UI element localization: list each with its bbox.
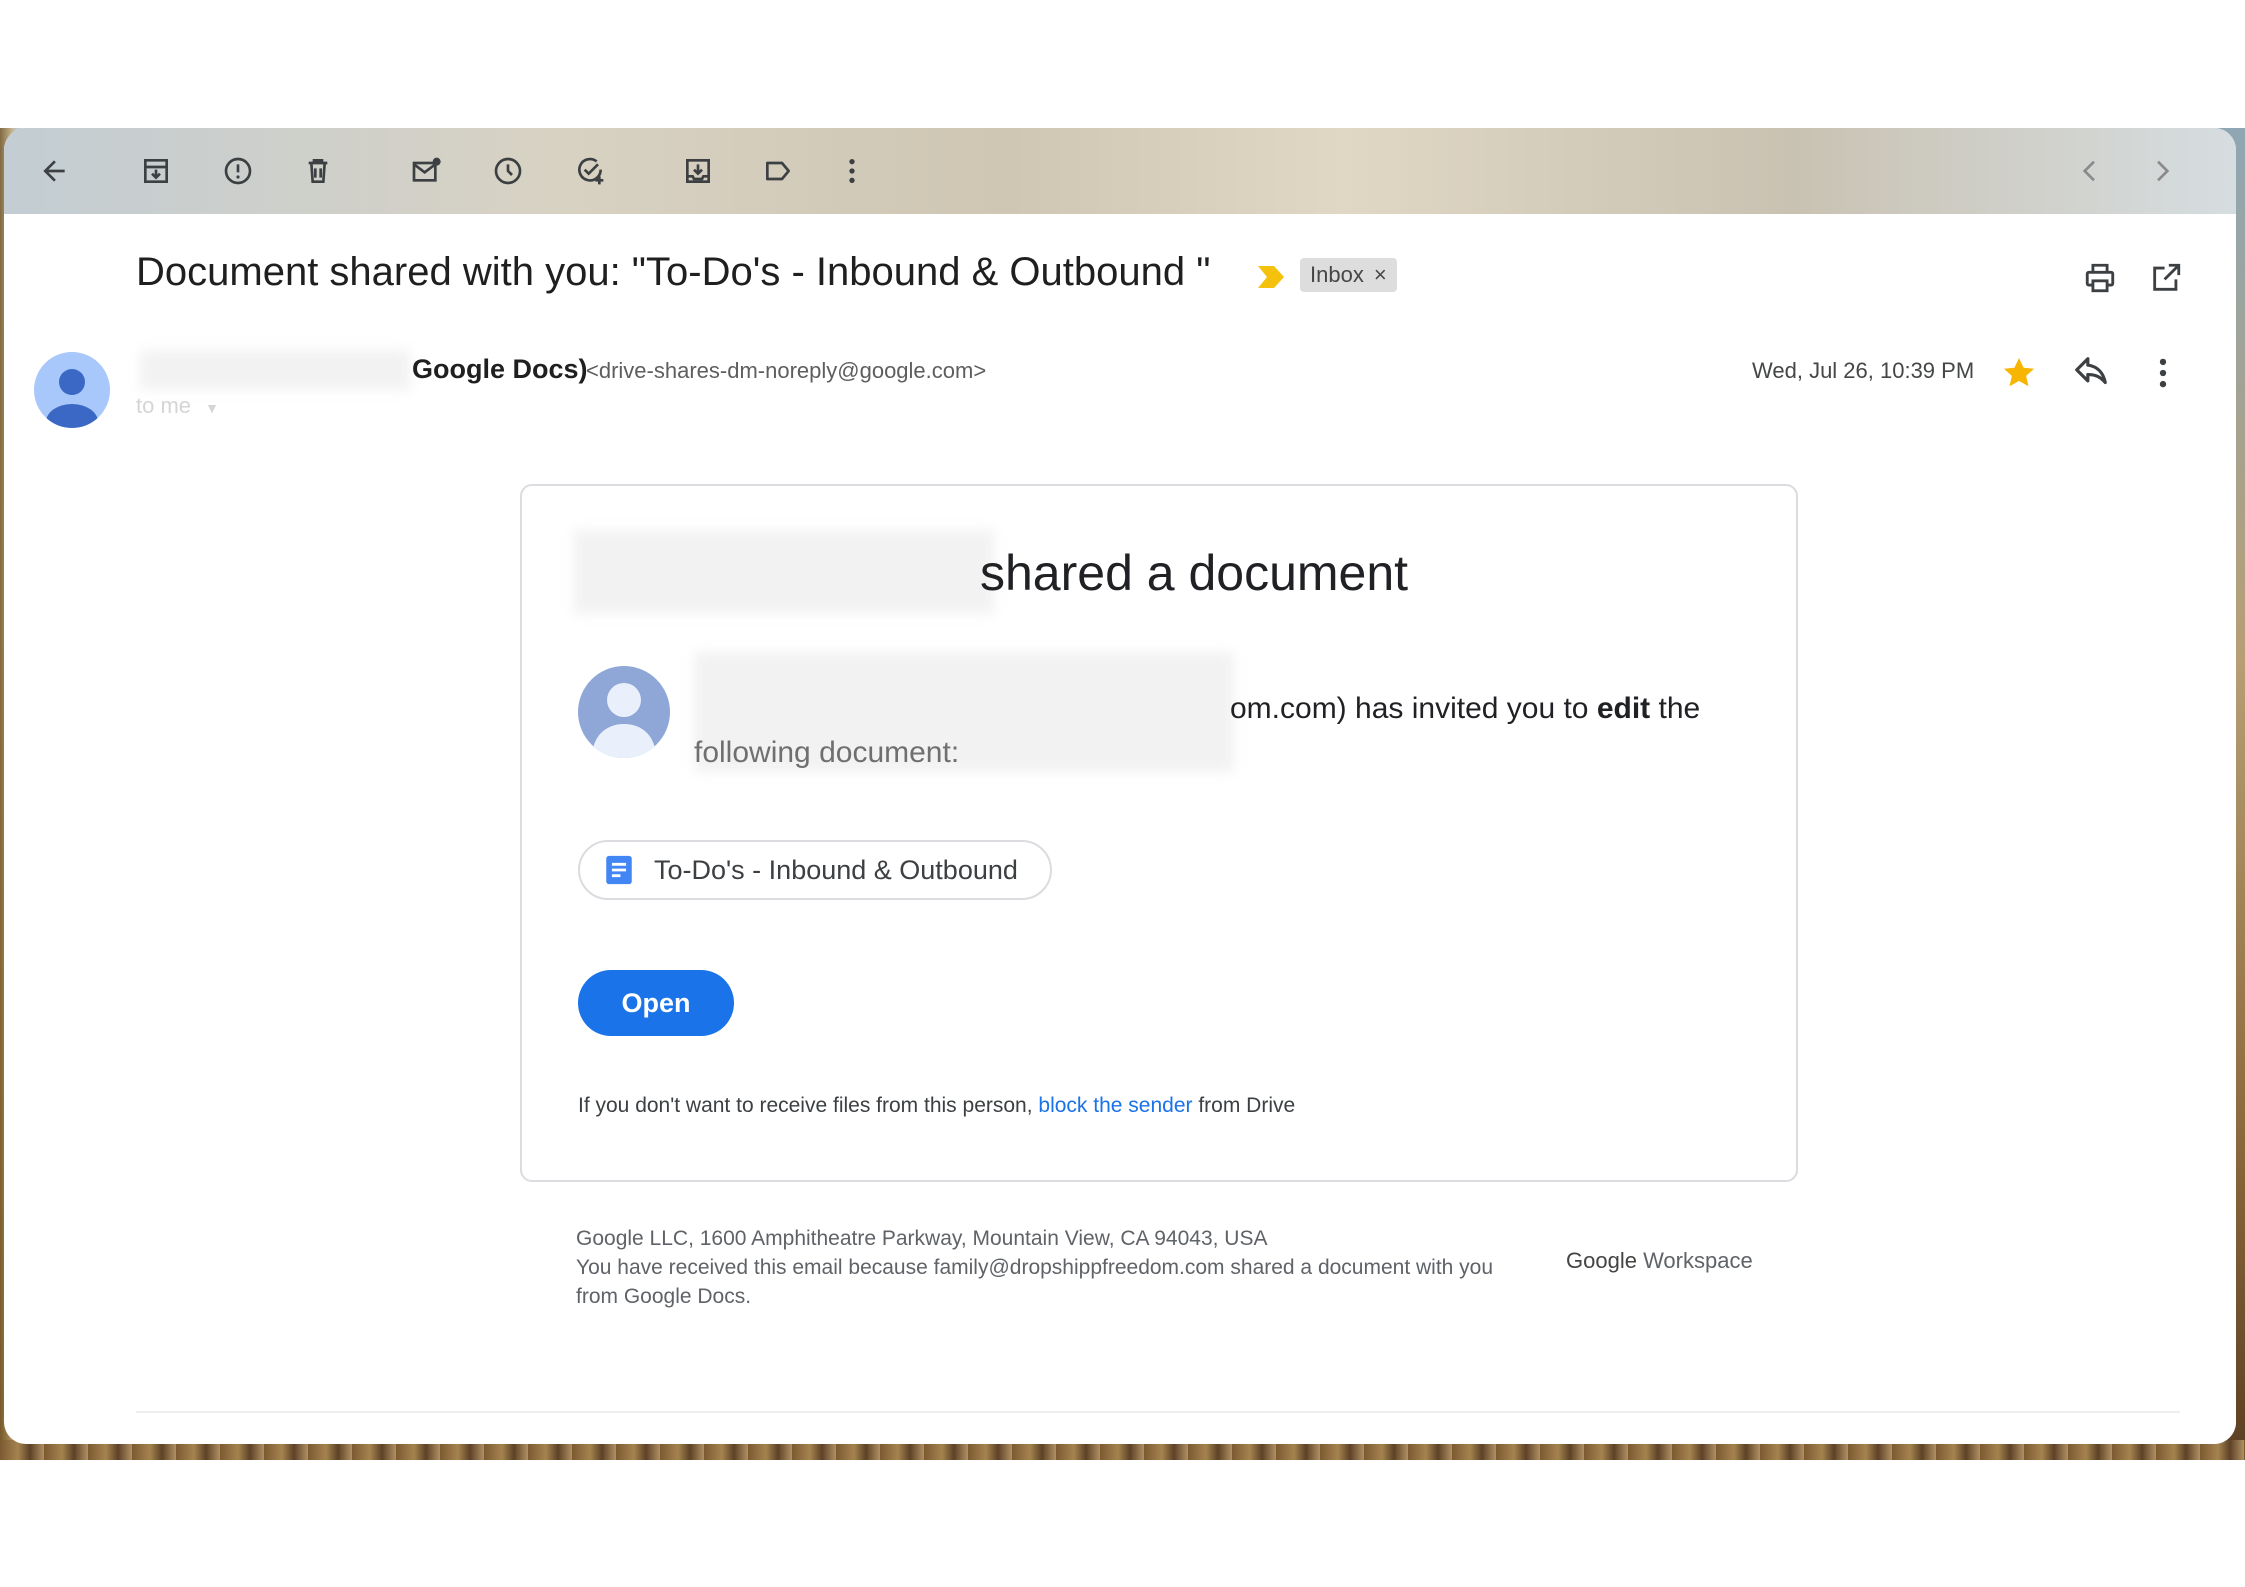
google-workspace-logo: Google Workspace (1566, 1248, 1753, 1274)
shared-document-chip[interactable]: To-Do's - Inbound & Outbound (578, 840, 1052, 900)
snooze-button[interactable] (486, 149, 530, 193)
add-to-tasks-icon (578, 157, 604, 185)
email-footer: Google LLC, 1600 Amphitheatre Parkway, M… (576, 1224, 1516, 1311)
delete-button[interactable] (296, 149, 340, 193)
block-text-suffix: from Drive (1192, 1094, 1296, 1117)
add-to-tasks-button[interactable] (568, 149, 612, 193)
person-silhouette-icon (592, 683, 656, 758)
archive-icon (144, 159, 168, 183)
invite-permission: edit (1596, 692, 1651, 725)
inbox-label-chip[interactable]: Inbox × (1300, 258, 1397, 292)
invite-message-line2: following document: (694, 736, 960, 769)
reply-icon[interactable] (2072, 354, 2110, 392)
scrollbar[interactable] (2210, 214, 2236, 1444)
next-chevron-icon (2157, 160, 2170, 182)
sender-avatar[interactable] (34, 352, 110, 428)
importance-marker-icon[interactable] (1256, 264, 1286, 290)
block-sender-link[interactable]: block the sender (1038, 1094, 1192, 1117)
more-vert-icon[interactable] (2144, 354, 2182, 392)
inbox-label-text: Inbox (1310, 262, 1364, 287)
archive-button[interactable] (134, 149, 178, 193)
move-to-button[interactable] (676, 149, 720, 193)
more-options-button[interactable] (830, 149, 874, 193)
logo-workspace-text: Workspace (1636, 1248, 1753, 1273)
invite-text-part: om.com) has invited you to (1230, 692, 1597, 725)
document-name: To-Do's - Inbound & Outbound (654, 854, 1018, 885)
label-button[interactable] (756, 149, 800, 193)
card-title: shared a document (980, 545, 1409, 601)
share-notification-card: shared a document om.com) has invited yo… (520, 484, 1798, 1182)
report-spam-icon (224, 157, 252, 185)
invite-text-tail: the (1650, 692, 1701, 725)
redacted-sharer-name (574, 530, 994, 614)
open-new-window-button[interactable] (2146, 258, 2186, 298)
move-to-icon (686, 159, 710, 183)
block-text-prefix: If you don't want to receive files from … (578, 1094, 1039, 1117)
invite-message: om.com) has invited you to edit the (1230, 692, 1700, 726)
email-date: Wed, Jul 26, 10:39 PM (1752, 358, 1975, 383)
open-in-new-icon (2153, 263, 2181, 291)
footer-reason: You have received this email because fam… (576, 1256, 1494, 1308)
google-docs-icon (606, 855, 632, 885)
sharer-avatar (578, 666, 670, 758)
redacted-sender-name (140, 350, 410, 390)
mark-unread-icon (412, 157, 441, 182)
remove-label-icon[interactable]: × (1374, 262, 1387, 288)
sender-name[interactable]: Google Docs) (412, 354, 588, 385)
back-button[interactable] (32, 149, 76, 193)
recipient-details[interactable]: to me ▼ (136, 393, 219, 419)
footer-address: Google LLC, 1600 Amphitheatre Parkway, M… (576, 1227, 1268, 1250)
back-arrow-icon (43, 160, 65, 182)
chevron-down-icon: ▼ (205, 400, 220, 416)
message-divider (136, 1411, 2180, 1413)
email-subject: Document shared with you: "To-Do's - Inb… (136, 250, 1211, 294)
block-sender-notice: If you don't want to receive files from … (578, 1094, 1295, 1118)
report-spam-button[interactable] (216, 149, 260, 193)
more-vert-icon (849, 159, 855, 183)
print-icon (2085, 263, 2115, 293)
print-all-button[interactable] (2080, 258, 2120, 298)
star-icon[interactable] (2000, 354, 2038, 392)
message-toolbar (4, 128, 2236, 214)
gmail-window: Document shared with you: "To-Do's - Inb… (4, 128, 2236, 1444)
mark-unread-button[interactable] (404, 149, 448, 193)
label-icon (766, 161, 790, 181)
snooze-icon (494, 157, 522, 185)
person-icon (46, 369, 98, 428)
sender-email: <drive-shares-dm-noreply@google.com> (586, 358, 987, 383)
next-email-button[interactable] (2140, 149, 2184, 193)
logo-google-text: Google (1566, 1248, 1637, 1273)
prev-chevron-icon (2082, 160, 2095, 182)
previous-email-button[interactable] (2068, 149, 2112, 193)
recipient-text: to me (136, 393, 192, 418)
open-document-button[interactable]: Open (578, 970, 734, 1036)
delete-icon (308, 159, 328, 183)
